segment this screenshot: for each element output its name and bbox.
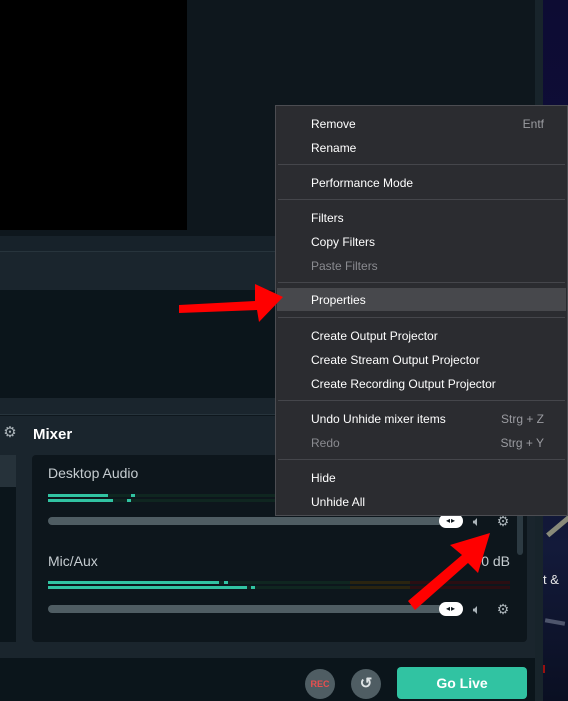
menu-item-unhide-all[interactable]: Unhide All [277, 491, 566, 513]
left-panel [0, 455, 16, 642]
context-menu: Remove Entf Rename Performance Mode Filt… [275, 105, 568, 516]
menu-item-label: Paste Filters [311, 259, 378, 273]
gear-icon[interactable]: ⚙ [495, 602, 511, 616]
menu-item-rename[interactable]: Rename [277, 137, 566, 159]
go-live-button[interactable]: Go Live [397, 667, 527, 699]
volume-slider[interactable] [48, 605, 453, 613]
menu-separator [278, 199, 565, 200]
menu-separator [278, 164, 565, 165]
menu-item-properties[interactable]: Properties [277, 288, 566, 311]
menu-item-shortcut: Strg + Y [500, 436, 544, 450]
menu-separator [278, 282, 565, 283]
meter-peak [131, 494, 136, 497]
menu-item-label: Filters [311, 211, 344, 225]
channel-name: Desktop Audio [48, 465, 139, 481]
channel-name: Mic/Aux [48, 553, 98, 569]
menu-item-label: Performance Mode [311, 176, 414, 190]
menu-item-filters[interactable]: Filters [277, 207, 566, 229]
meter-peak [126, 499, 131, 502]
left-panel-selected-item[interactable] [0, 455, 16, 487]
menu-item-label: Undo Unhide mixer items [311, 412, 446, 426]
menu-item-hide[interactable]: Hide [277, 467, 566, 489]
annotation-arrow-mixer-gear [408, 533, 490, 610]
menu-item-shortcut: Entf [522, 117, 544, 131]
studio-preview[interactable] [0, 0, 187, 230]
menu-item-label: Create Output Projector [311, 329, 438, 343]
meter-peak [223, 581, 228, 584]
menu-separator [278, 317, 565, 318]
record-button[interactable]: REC [305, 669, 335, 699]
gear-icon[interactable]: ⚙ [2, 425, 18, 441]
menu-item-create-output-projector[interactable]: Create Output Projector [277, 325, 566, 347]
image-detail [544, 618, 566, 626]
menu-item-paste-filters: Paste Filters [277, 255, 566, 277]
replay-icon: ↺ [359, 675, 373, 692]
image-caption: t & [543, 572, 559, 587]
menu-item-label: Create Stream Output Projector [311, 353, 480, 367]
menu-item-label: Properties [311, 293, 366, 307]
menu-item-label: Create Recording Output Projector [311, 377, 496, 391]
menu-item-label: Copy Filters [311, 235, 376, 249]
meter-fill [48, 494, 109, 497]
menu-item-label: Hide [311, 471, 336, 485]
menu-item-copy-filters[interactable]: Copy Filters [277, 231, 566, 253]
menu-separator [278, 400, 565, 401]
menu-item-label: Redo [311, 436, 340, 450]
menu-item-performance-mode[interactable]: Performance Mode [277, 172, 566, 194]
volume-slider[interactable] [48, 517, 453, 525]
menu-item-label: Remove [311, 117, 356, 131]
image-detail [543, 665, 545, 673]
gear-icon[interactable]: ⚙ [495, 514, 511, 528]
menu-item-label: Rename [311, 141, 357, 155]
menu-item-create-recording-output-projector[interactable]: Create Recording Output Projector [277, 373, 566, 395]
mixer-title: Mixer [33, 426, 73, 443]
meter-fill [48, 581, 219, 584]
menu-item-redo: Redo Strg + Y [277, 432, 566, 454]
meter-fill [48, 586, 247, 589]
meter-peak [251, 586, 256, 589]
menu-item-shortcut: Strg + Z [500, 412, 544, 426]
menu-separator [278, 459, 565, 460]
menu-item-undo-unhide-mixer-items[interactable]: Undo Unhide mixer items Strg + Z [277, 408, 566, 430]
annotation-arrow-properties [179, 284, 283, 322]
menu-item-remove[interactable]: Remove Entf [277, 113, 566, 135]
meter-fill [48, 499, 113, 502]
replay-buffer-button[interactable]: ↺ [351, 669, 381, 699]
menu-item-label: Unhide All [311, 495, 366, 509]
menu-item-create-stream-output-projector[interactable]: Create Stream Output Projector [277, 349, 566, 371]
